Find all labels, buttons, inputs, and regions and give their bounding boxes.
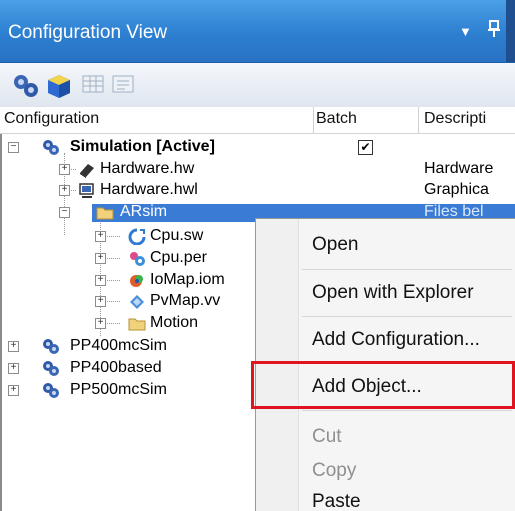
expand-toggle[interactable]: + (8, 341, 19, 352)
configuration-tool-icon (42, 338, 60, 355)
folder-icon (96, 204, 114, 221)
tree-item-label: PP400mcSim (70, 337, 167, 354)
io-mapping-icon (128, 272, 146, 289)
column-batch[interactable]: Batch (316, 110, 357, 128)
column-divider[interactable] (313, 107, 314, 133)
configuration-tool-icon (42, 360, 60, 377)
cube-icon[interactable] (46, 73, 72, 99)
collapse-toggle[interactable]: − (59, 207, 70, 218)
menu-item-cut[interactable]: Cut (312, 426, 342, 448)
menu-item-open[interactable]: Open (312, 234, 358, 256)
expand-toggle[interactable]: + (95, 296, 106, 307)
menu-item-copy[interactable]: Copy (312, 460, 356, 482)
tree-item-label: PvMap.vv (150, 292, 221, 309)
menu-separator (302, 316, 512, 317)
configuration-tool-icon (42, 382, 60, 399)
expand-toggle[interactable]: + (95, 231, 106, 242)
tree-item-hardware-hw[interactable]: + Hardware.hw Hardware (0, 160, 515, 178)
tree-item-label: PP500mcSim (70, 381, 167, 398)
tree-item-simulation[interactable]: − Simulation [Active] ✔ (0, 138, 515, 156)
tree-item-label: PP400based (70, 359, 162, 376)
software-icon (128, 228, 146, 246)
menu-item-add-configuration[interactable]: Add Configuration... (312, 329, 480, 351)
tree-item-label: Hardware.hw (100, 160, 195, 177)
tree-item-description: Hardware (424, 160, 494, 177)
tree-item-label: IoMap.iom (150, 271, 225, 288)
configuration-tool-icon (42, 139, 60, 156)
expand-toggle[interactable]: + (95, 253, 106, 264)
expand-toggle[interactable]: + (59, 185, 70, 196)
batch-checkbox[interactable]: ✔ (358, 140, 373, 155)
list-icon[interactable] (112, 73, 138, 99)
window-title: Configuration View (8, 22, 168, 43)
tree-item-description: Graphica (424, 181, 489, 198)
column-configuration[interactable]: Configuration (4, 110, 99, 128)
configuration-tool-icon[interactable] (12, 73, 38, 99)
tree-item-hardware-hwl[interactable]: + Hardware.hwl Graphica (0, 181, 515, 199)
tree-item-label: Motion (150, 314, 199, 331)
column-description[interactable]: Descripti (424, 110, 486, 128)
dropdown-arrow-icon[interactable]: ▼ (459, 24, 472, 39)
menu-separator (302, 410, 512, 411)
menu-separator (302, 269, 512, 270)
tree-item-label: Cpu.sw (150, 227, 204, 244)
tree-item-label: ARsim (120, 203, 168, 220)
toolbar (0, 63, 515, 108)
hardware-icon (78, 161, 96, 178)
configuration-view-panel: Configuration View ▼ Configuration Batch… (0, 0, 515, 511)
add-object-highlight-box (251, 361, 515, 409)
tree-item-label: Simulation [Active] (70, 138, 215, 155)
expand-toggle[interactable]: + (8, 363, 19, 374)
menu-item-open-with-explorer[interactable]: Open with Explorer (312, 282, 474, 304)
title-bar-edge (506, 0, 515, 62)
graphic-hardware-icon (78, 182, 96, 199)
permanent-variables-icon (128, 250, 146, 267)
pin-icon[interactable] (487, 20, 501, 43)
collapse-toggle[interactable]: − (8, 142, 19, 153)
expand-toggle[interactable]: + (95, 275, 106, 286)
title-bar: Configuration View ▼ (0, 0, 515, 63)
tree-item-label: Hardware.hwl (100, 181, 198, 198)
menu-item-paste[interactable]: Paste (312, 491, 361, 511)
variable-mapping-icon (128, 293, 146, 310)
expand-toggle[interactable]: + (8, 385, 19, 396)
grid-icon[interactable] (82, 73, 108, 99)
column-divider[interactable] (418, 107, 419, 133)
expand-toggle[interactable]: + (59, 164, 70, 175)
folder-icon (128, 315, 146, 332)
column-header: Configuration Batch Descripti (0, 107, 515, 134)
tree-item-label: Cpu.per (150, 249, 207, 266)
expand-toggle[interactable]: + (95, 318, 106, 329)
